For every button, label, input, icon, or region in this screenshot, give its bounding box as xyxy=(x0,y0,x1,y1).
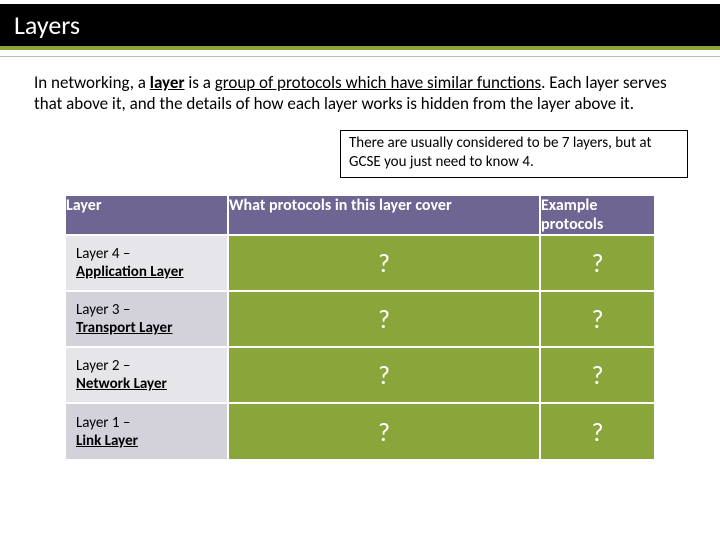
title-band: Layers xyxy=(0,4,720,46)
layer-cell: Layer 2 – Network Layer xyxy=(66,347,228,403)
examples-cell: ? xyxy=(540,403,654,459)
layer-name: Transport Layer xyxy=(76,319,172,337)
table-row: Layer 3 – Transport Layer ? ? xyxy=(66,291,654,347)
layer-name: Application Layer xyxy=(76,263,184,281)
cover-cell: ? xyxy=(228,347,540,403)
layer-prefix: Layer 1 – xyxy=(76,414,130,432)
table-row: Layer 1 – Link Layer ? ? xyxy=(66,403,654,459)
intro-mid: is a xyxy=(185,72,215,93)
intro-prefix: In networking, a xyxy=(34,72,150,93)
cover-cell: ? xyxy=(228,403,540,459)
note-text: There are usually considered to be 7 lay… xyxy=(349,134,651,171)
layer-name: Network Layer xyxy=(76,375,167,393)
intro-definition: group of protocols which have similar fu… xyxy=(215,72,541,93)
table-header-row: Layer What protocols in this layer cover… xyxy=(66,196,654,235)
examples-cell: ? xyxy=(540,291,654,347)
cover-cell: ? xyxy=(228,291,540,347)
layer-prefix: Layer 4 – xyxy=(76,245,130,263)
examples-cell: ? xyxy=(540,347,654,403)
layer-prefix: Layer 3 – xyxy=(76,301,130,319)
examples-cell: ? xyxy=(540,235,654,291)
table-row: Layer 2 – Network Layer ? ? xyxy=(66,347,654,403)
accent-divider xyxy=(0,46,720,50)
layer-cell: Layer 1 – Link Layer xyxy=(66,403,228,459)
col-header-layer: Layer xyxy=(66,196,228,235)
layer-prefix: Layer 2 – xyxy=(76,357,130,375)
table-row: Layer 4 – Application Layer ? ? xyxy=(66,235,654,291)
note-box: There are usually considered to be 7 lay… xyxy=(340,130,688,178)
col-header-cover: What protocols in this layer cover xyxy=(228,196,540,235)
thin-divider xyxy=(0,56,720,57)
layer-cell: Layer 4 – Application Layer xyxy=(66,235,228,291)
intro-paragraph: In networking, a layer is a group of pro… xyxy=(34,72,686,115)
cover-cell: ? xyxy=(228,235,540,291)
col-header-examples: Example protocols xyxy=(540,196,654,235)
intro-term: layer xyxy=(150,72,185,93)
slide-title: Layers xyxy=(14,9,80,41)
layer-name: Link Layer xyxy=(76,432,138,450)
layer-cell: Layer 3 – Transport Layer xyxy=(66,291,228,347)
layers-table: Layer What protocols in this layer cover… xyxy=(66,196,654,459)
